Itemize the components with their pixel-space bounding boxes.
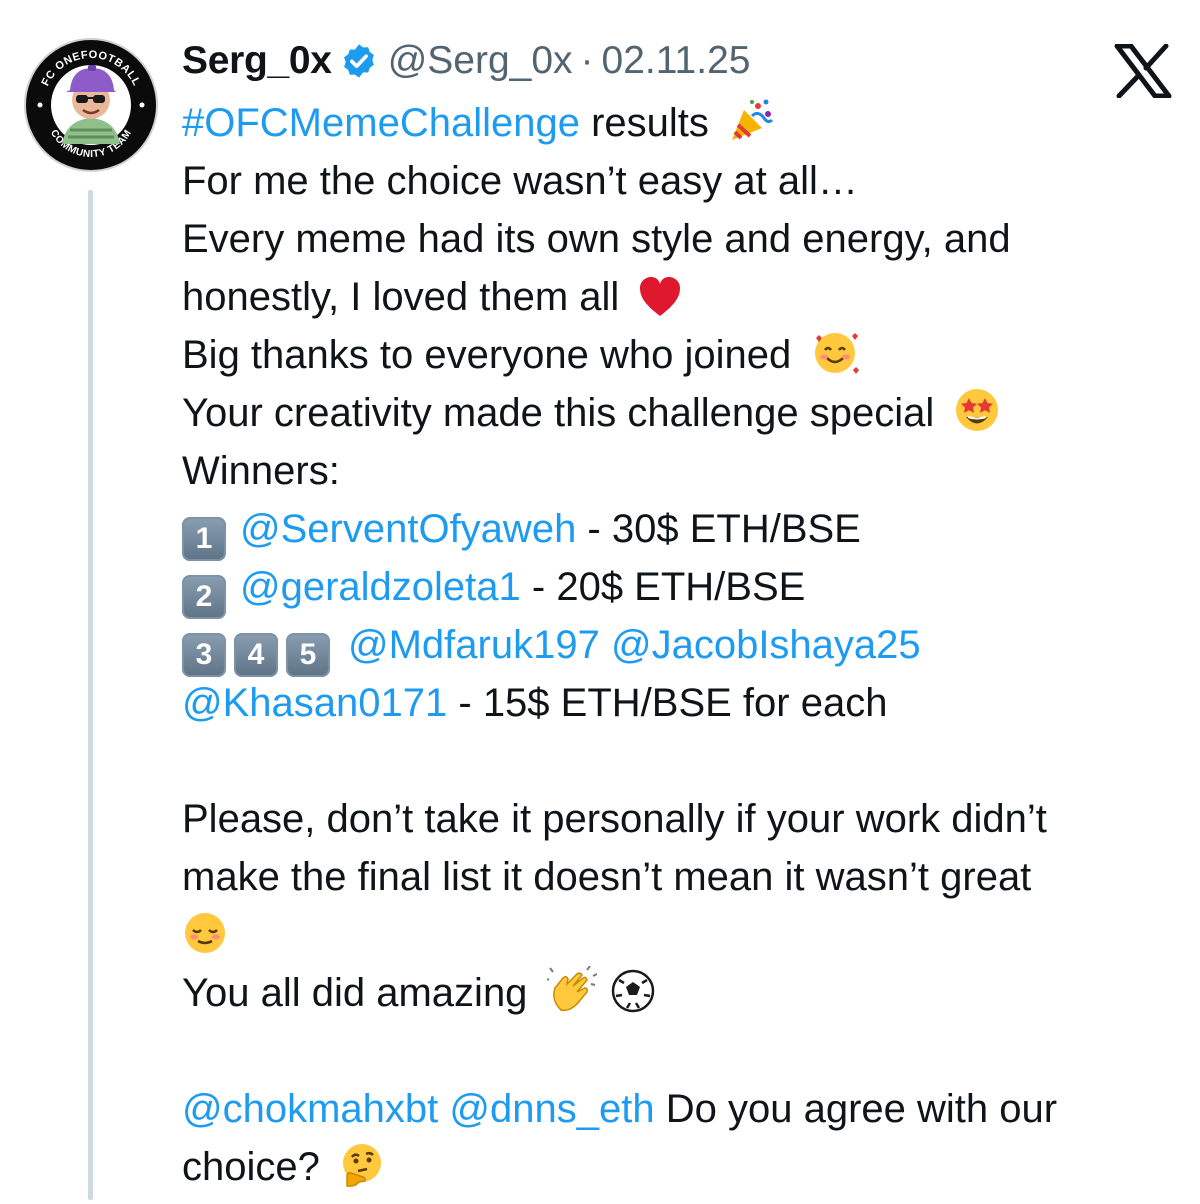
headline-text: results xyxy=(579,101,709,145)
winner-2-prize: - 20$ ETH/BSE xyxy=(520,565,806,609)
line6-text: Your creativity made this challenge spec… xyxy=(182,391,935,435)
header-separator: · xyxy=(580,39,594,82)
author-avatar[interactable]: FC ONEFOOTBALL COMMUNITY TEAM xyxy=(24,38,158,172)
mention-chokmahxbt[interactable]: @chokmahxbt xyxy=(182,1087,438,1131)
tweet-screenshot: FC ONEFOOTBALL COMMUNITY TEAM Serg_0x @S… xyxy=(0,0,1200,1200)
tweet-line-4: honestly, I loved them all xyxy=(182,268,1182,326)
tweet-line-headline: #OFCMemeChallenge results xyxy=(182,94,1182,152)
x-logo-icon[interactable] xyxy=(1113,43,1173,99)
author-display-name[interactable]: Serg_0x xyxy=(182,39,332,83)
winner-5-mention[interactable]: @Khasan0171 xyxy=(182,681,447,725)
question-text: Do you agree with our xyxy=(654,1087,1058,1131)
clapping-hands-emoji xyxy=(546,965,598,1030)
author-handle[interactable]: @Serg_0x xyxy=(388,39,573,83)
smiling-face-with-hearts-emoji xyxy=(810,328,860,392)
tweet-line-5: Big thanks to everyone who joined xyxy=(182,326,1182,384)
tweet-line-amazing: You all did amazing xyxy=(182,964,1182,1022)
tweet-header: Serg_0x @Serg_0x · 02.11.25 xyxy=(182,36,750,86)
keycap-2-icon: 2 xyxy=(182,575,226,619)
winner-3-mention[interactable]: @Mdfaruk197 xyxy=(348,623,600,667)
line5-text: Big thanks to everyone who joined xyxy=(182,333,792,377)
winner-1-row: 1 @ServentOfyaweh - 30$ ETH/BSE xyxy=(182,500,1182,561)
tweet-line-relieved xyxy=(182,906,1182,964)
winner-1-prize: - 30$ ETH/BSE xyxy=(576,507,861,551)
keycap-1-icon: 1 xyxy=(182,517,226,561)
thinking-face-emoji xyxy=(339,1142,385,1204)
winner-2-row: 2 @geraldzoleta1 - 20$ ETH/BSE xyxy=(182,558,1182,619)
winners-label: Winners: xyxy=(182,449,340,493)
hashtag-link[interactable]: #OFCMemeChallenge xyxy=(182,101,580,145)
mention-dnns-eth[interactable]: @dnns_eth xyxy=(449,1087,654,1131)
tweet-line-2: For me the choice wasn’t easy at all… xyxy=(182,159,858,203)
winner-5-row: @Khasan0171 - 15$ ETH/BSE for each xyxy=(182,674,1182,732)
winner-1-mention[interactable]: @ServentOfyaweh xyxy=(240,507,576,551)
question-end-text: choice? xyxy=(182,1145,320,1189)
tweet-line-please-1: Please, don’t take it personally if your… xyxy=(182,797,1047,841)
line-amazing-text: You all did amazing xyxy=(182,971,528,1015)
verified-badge-icon xyxy=(340,42,378,80)
keycap-5-icon: 5 xyxy=(286,633,330,677)
winner-345-row: 3 4 5 @Mdfaruk197 @JacobIshaya25 xyxy=(182,616,1182,677)
winner-2-mention[interactable]: @geraldzoleta1 xyxy=(240,565,521,609)
keycap-4-icon: 4 xyxy=(234,633,278,677)
winner-345-prize: - 15$ ETH/BSE for each xyxy=(447,681,888,725)
tweet-date[interactable]: 02.11.25 xyxy=(602,39,751,83)
soccer-ball-emoji xyxy=(610,968,656,1030)
keycap-3-icon: 3 xyxy=(182,633,226,677)
thread-line xyxy=(88,190,93,1200)
tweet-line-question-end: choice? xyxy=(182,1138,1182,1196)
winner-4-mention[interactable]: @JacobIshaya25 xyxy=(611,623,921,667)
line4-text: honestly, I loved them all xyxy=(182,275,620,319)
tweet-line-3: Every meme had its own style and energy,… xyxy=(182,217,1011,261)
star-struck-emoji xyxy=(953,386,1001,450)
party-popper-emoji xyxy=(728,98,774,160)
tweet-line-please-2: make the final list it doesn’t mean it w… xyxy=(182,855,1032,899)
tweet-line-question: @chokmahxbt @dnns_eth Do you agree with … xyxy=(182,1080,1182,1138)
tweet-body: #OFCMemeChallenge results For me the cho… xyxy=(182,94,1182,1196)
tweet-line-6: Your creativity made this challenge spec… xyxy=(182,384,1182,442)
relieved-face-emoji xyxy=(182,910,228,972)
